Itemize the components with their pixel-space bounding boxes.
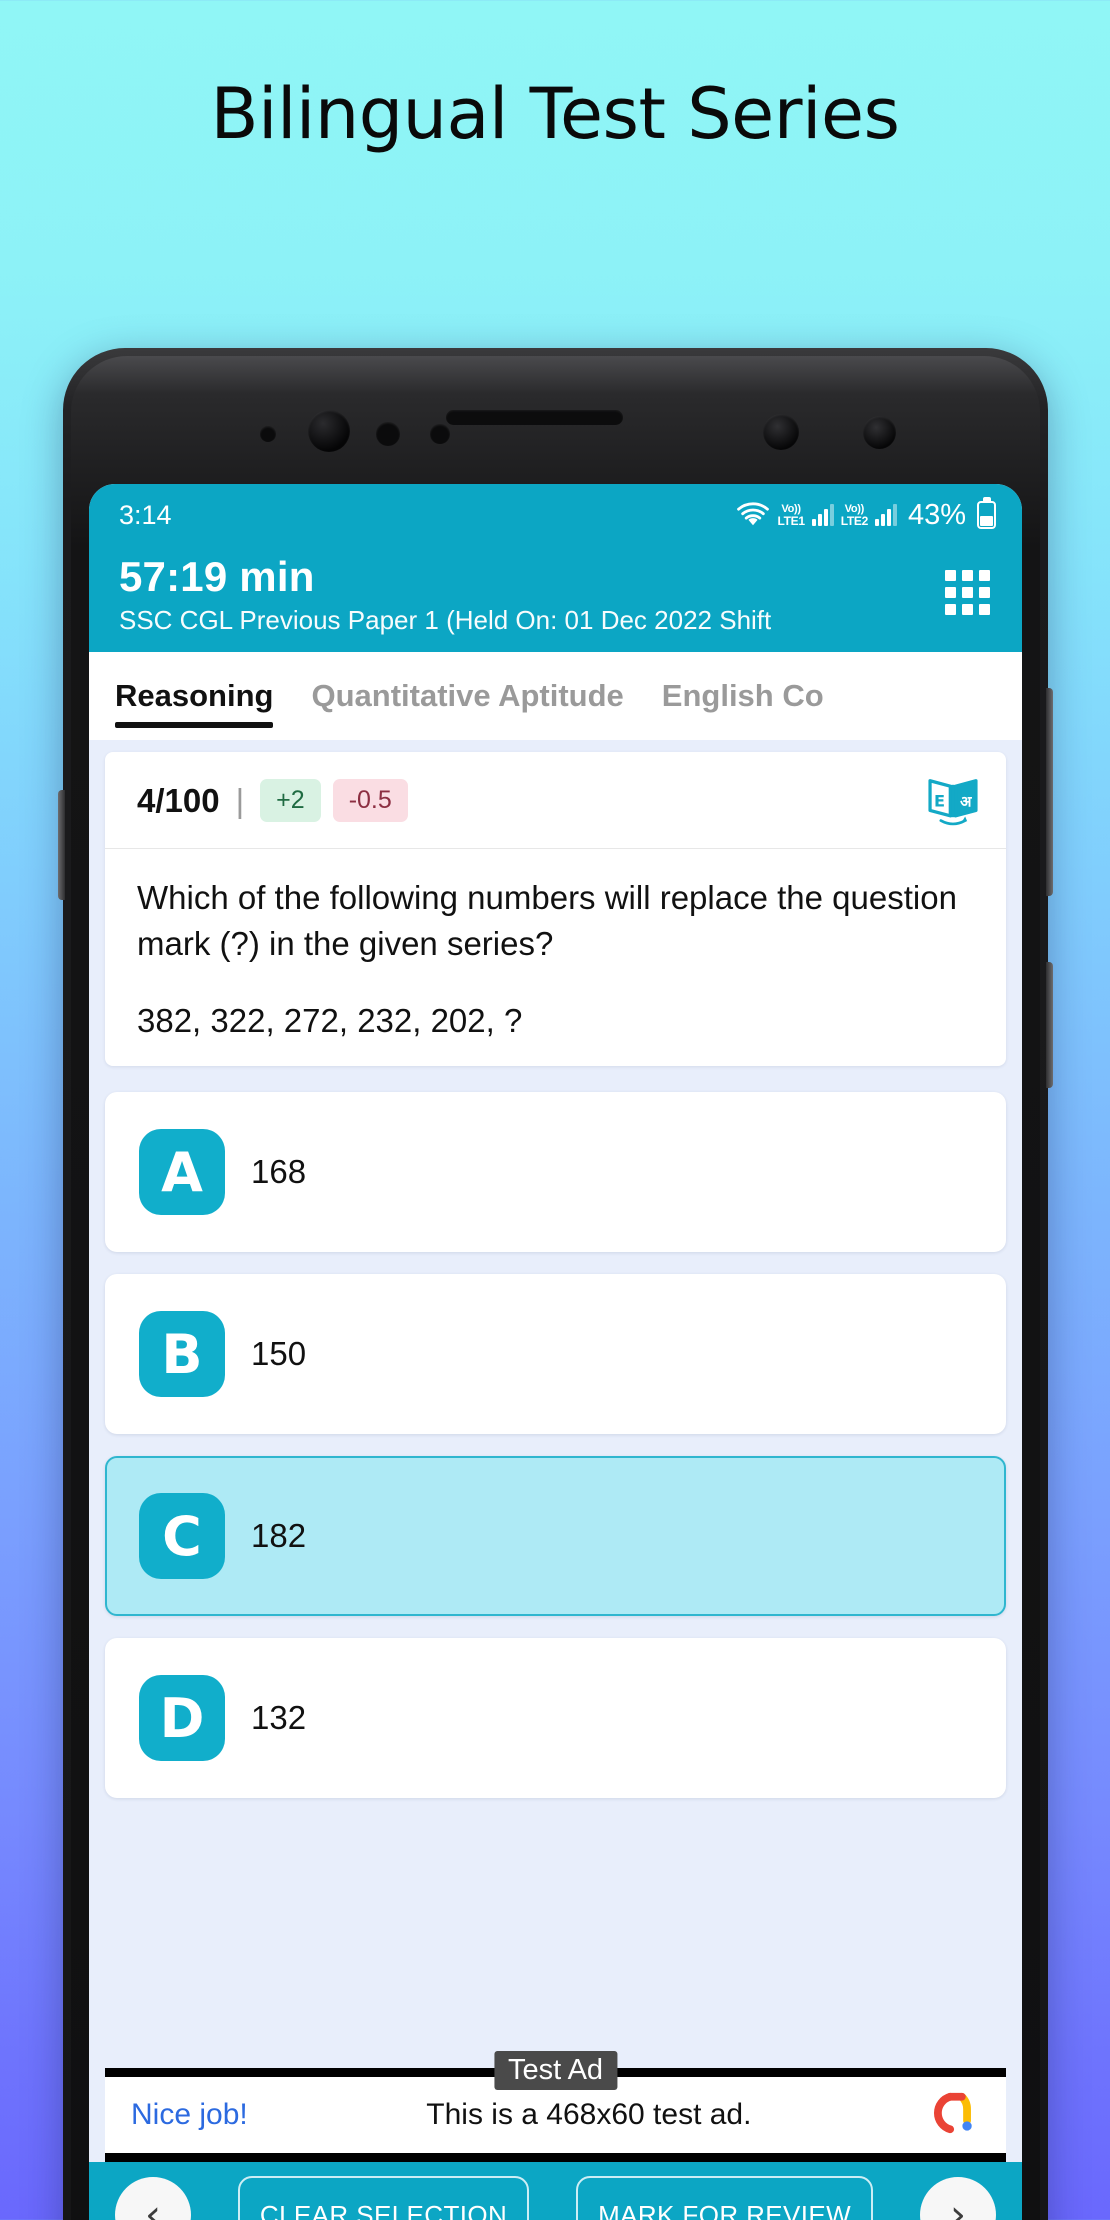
question-body: Which of the following numbers will repl… bbox=[105, 849, 1006, 1041]
option-c-text: 182 bbox=[251, 1517, 307, 1555]
ir-sensor-icon bbox=[430, 424, 450, 444]
question-card-header: 4/100 | +2 -0.5 E अ bbox=[105, 752, 1006, 849]
volte-sim2-icon: Vo)) LTE2 bbox=[840, 502, 869, 528]
option-d-text: 132 bbox=[251, 1699, 307, 1737]
secondary-camera-icon bbox=[763, 414, 799, 450]
option-d-letter: D bbox=[139, 1675, 225, 1762]
question-nav-bar: ‹ CLEAR SELECTION MARK FOR REVIEW › bbox=[89, 2162, 1022, 2220]
android-status-bar: 3:14 Vo)) LTE1 Vo)) LTE2 43% bbox=[89, 484, 1022, 546]
svg-text:अ: अ bbox=[960, 792, 972, 810]
admob-logo-icon bbox=[930, 2087, 982, 2144]
ad-badge: Test Ad bbox=[493, 2051, 618, 2090]
phone-top-bezel bbox=[63, 348, 1048, 484]
chevron-left-icon[interactable]: ‹ bbox=[115, 2177, 191, 2220]
grid-menu-icon[interactable] bbox=[945, 570, 990, 615]
section-tabs[interactable]: Reasoning Quantitative Aptitude English … bbox=[89, 651, 1022, 740]
question-counter: 4/100 bbox=[137, 781, 220, 819]
volume-button[interactable] bbox=[1046, 688, 1053, 896]
meta-divider: | bbox=[235, 781, 245, 819]
mark-for-review-button[interactable]: MARK FOR REVIEW bbox=[576, 2175, 874, 2220]
phone-screen: 3:14 Vo)) LTE1 Vo)) LTE2 43% 57:19 min S… bbox=[89, 484, 1022, 2220]
exam-header: 57:19 min SSC CGL Previous Paper 1 (Held… bbox=[89, 546, 1022, 652]
option-c[interactable]: C 182 bbox=[105, 1456, 1006, 1617]
question-meta: 4/100 | +2 -0.5 bbox=[137, 779, 408, 823]
status-icons: Vo)) LTE1 Vo)) LTE2 43% bbox=[736, 497, 996, 532]
volte-sim2-bottom: LTE2 bbox=[840, 513, 869, 528]
language-toggle-icon[interactable]: E अ bbox=[926, 774, 980, 828]
option-b-letter: B bbox=[139, 1311, 225, 1398]
option-a-letter: A bbox=[139, 1129, 225, 1216]
option-b-text: 150 bbox=[251, 1335, 307, 1373]
battery-percent: 43% bbox=[907, 498, 966, 531]
light-sensor-icon bbox=[376, 422, 400, 446]
question-card: 4/100 | +2 -0.5 E अ Which of the followi… bbox=[105, 751, 1006, 1067]
ad-content[interactable]: Test Ad Nice job! This is a 468x60 test … bbox=[105, 2051, 1006, 2153]
iris-scanner-icon bbox=[863, 416, 896, 449]
ad-banner[interactable]: Test Ad Nice job! This is a 468x60 test … bbox=[105, 2051, 1006, 2162]
ad-bottom-rule bbox=[105, 2153, 1006, 2162]
power-button[interactable] bbox=[1046, 962, 1053, 1088]
ad-cta[interactable]: Nice job! bbox=[131, 2098, 248, 2132]
tab-reasoning[interactable]: Reasoning bbox=[115, 652, 274, 740]
option-d[interactable]: D 132 bbox=[105, 1638, 1006, 1799]
question-text: Which of the following numbers will repl… bbox=[137, 878, 957, 963]
volte-sim1-bottom: LTE1 bbox=[777, 513, 805, 528]
proximity-sensor-icon bbox=[260, 426, 276, 442]
signal-sim2-icon bbox=[874, 504, 897, 526]
exam-header-text: 57:19 min SSC CGL Previous Paper 1 (Held… bbox=[119, 552, 771, 636]
tab-quantitative-aptitude[interactable]: Quantitative Aptitude bbox=[311, 652, 623, 740]
option-c-letter: C bbox=[139, 1493, 225, 1580]
wifi-icon bbox=[736, 502, 770, 528]
option-a[interactable]: A 168 bbox=[105, 1092, 1006, 1253]
svg-text:E: E bbox=[934, 791, 945, 810]
clear-selection-button[interactable]: CLEAR SELECTION bbox=[237, 2175, 530, 2220]
question-area: 4/100 | +2 -0.5 E अ Which of the followi… bbox=[89, 739, 1022, 1799]
options-list: A 168 B 150 C 182 D 132 bbox=[105, 1092, 1006, 1799]
marks-positive-badge: +2 bbox=[260, 779, 321, 823]
front-camera-icon bbox=[308, 410, 350, 452]
marks-negative-badge: -0.5 bbox=[332, 779, 408, 823]
volte-sim1-top: Vo)) bbox=[781, 502, 801, 515]
tab-english-comprehension[interactable]: English Co bbox=[662, 652, 824, 740]
battery-icon bbox=[977, 497, 996, 529]
volte-sim1-icon: Vo)) LTE1 bbox=[777, 502, 805, 528]
exam-title: SSC CGL Previous Paper 1 (Held On: 01 De… bbox=[119, 604, 772, 635]
earpiece-speaker bbox=[446, 410, 623, 425]
signal-sim1-icon bbox=[811, 504, 834, 526]
chevron-right-icon[interactable]: › bbox=[919, 2177, 996, 2220]
countdown-timer: 57:19 min bbox=[119, 553, 315, 600]
option-b[interactable]: B 150 bbox=[105, 1274, 1006, 1435]
question-series: 382, 322, 272, 232, 202, ? bbox=[137, 1002, 523, 1040]
page-title: Bilingual Test Series bbox=[210, 73, 901, 155]
phone-mockup: 3:14 Vo)) LTE1 Vo)) LTE2 43% 57:19 min S… bbox=[58, 348, 1053, 2220]
ad-text: This is a 468x60 test ad. bbox=[426, 2098, 752, 2131]
option-a-text: 168 bbox=[251, 1153, 307, 1191]
assistant-button[interactable] bbox=[58, 790, 65, 900]
status-time: 3:14 bbox=[119, 499, 172, 530]
volte-sim2-top: Vo)) bbox=[844, 502, 865, 515]
